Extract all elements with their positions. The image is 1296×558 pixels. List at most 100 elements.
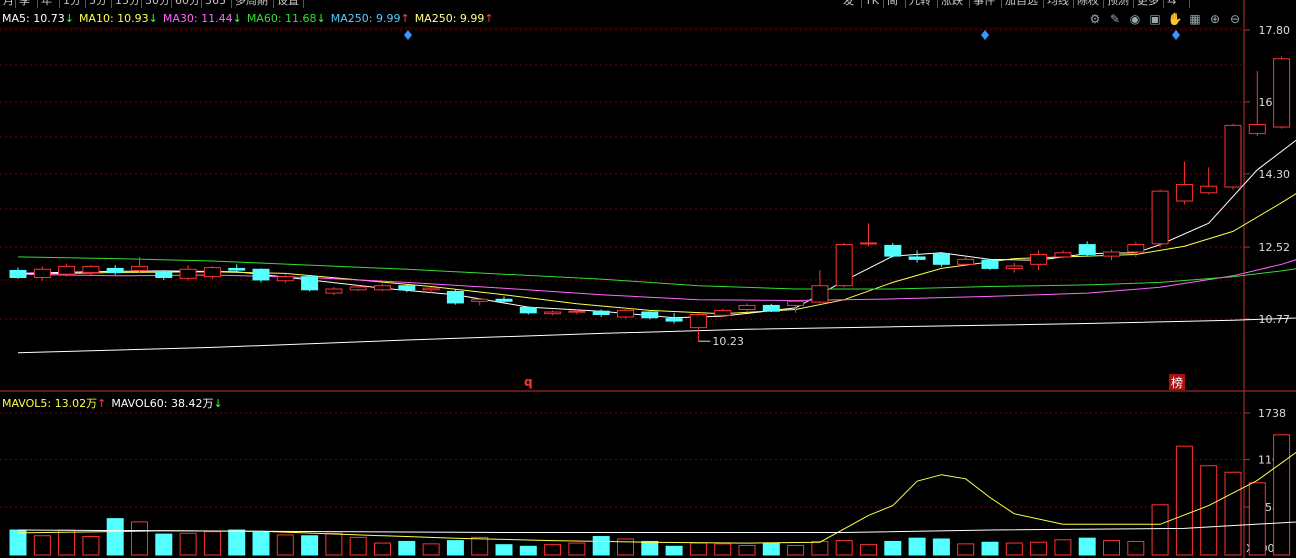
candle-body-23[interactable]: [568, 310, 586, 313]
candle-body-6[interactable]: [155, 272, 173, 278]
candle-body-41[interactable]: [1005, 265, 1023, 269]
candle-body-33[interactable]: [811, 285, 829, 303]
volume-bar-31[interactable]: [762, 542, 780, 556]
candle-body-11[interactable]: [276, 276, 294, 282]
volume-bar-48[interactable]: [1175, 445, 1193, 556]
volume-bar-22[interactable]: [544, 544, 562, 556]
candle-body-3[interactable]: [82, 265, 100, 274]
volume-bar-12[interactable]: [301, 535, 319, 556]
candle-body-10[interactable]: [252, 268, 270, 281]
candle-body-38[interactable]: [932, 253, 950, 265]
candle-body-20[interactable]: [495, 298, 513, 302]
candle-body-12[interactable]: [301, 276, 319, 291]
candle-body-5[interactable]: [131, 265, 148, 271]
candle-body-0[interactable]: [9, 269, 27, 278]
volume-bar-42[interactable]: [1030, 541, 1048, 556]
volume-bar-19[interactable]: [471, 536, 489, 556]
rank-badge[interactable]: 榜: [1171, 375, 1183, 390]
volume-bar-4[interactable]: [106, 518, 124, 556]
candle-body-31[interactable]: [762, 304, 780, 312]
volume-bar-17[interactable]: [422, 543, 440, 556]
candle-body-13[interactable]: [325, 288, 343, 294]
candle-body-51[interactable]: [1248, 124, 1266, 135]
volume-bar-35[interactable]: [860, 544, 877, 556]
candle-body-4[interactable]: [106, 267, 124, 274]
event-marker-2[interactable]: [1172, 30, 1180, 40]
candle-body-9[interactable]: [228, 267, 246, 271]
candle-body-32[interactable]: [787, 300, 805, 306]
candle-body-8[interactable]: [203, 267, 221, 278]
volume-bar-43[interactable]: [1054, 539, 1072, 556]
volume-bar-29[interactable]: [714, 543, 732, 556]
volume-bar-16[interactable]: [398, 540, 416, 556]
volume-bar-5[interactable]: [131, 521, 148, 556]
volume-bar-45[interactable]: [1103, 540, 1120, 556]
volume-bar-0[interactable]: [9, 529, 27, 556]
event-marker-0[interactable]: [404, 30, 412, 40]
volume-bar-32[interactable]: [787, 544, 805, 556]
candle-body-40[interactable]: [981, 259, 999, 269]
candle-body-18[interactable]: [446, 290, 464, 304]
volume-bar-40[interactable]: [981, 541, 999, 556]
volume-bar-2[interactable]: [58, 529, 76, 556]
volume-bar-46[interactable]: [1127, 540, 1145, 556]
volume-bar-15[interactable]: [374, 542, 391, 556]
volume-bar-10[interactable]: [252, 531, 270, 556]
volume-bar-41[interactable]: [1005, 542, 1023, 556]
volume-bar-26[interactable]: [641, 540, 659, 556]
candle-body-46[interactable]: [1127, 244, 1145, 253]
candle-body-14[interactable]: [349, 286, 367, 291]
candle-body-47[interactable]: [1151, 190, 1169, 245]
volume-bar-8[interactable]: [203, 531, 221, 556]
volume-bar-14[interactable]: [349, 536, 367, 556]
volume-bar-52[interactable]: [1273, 434, 1291, 556]
volume-bar-36[interactable]: [884, 540, 902, 556]
candle-body-27[interactable]: [665, 318, 683, 322]
volume-bar-9[interactable]: [228, 529, 246, 556]
candle-body-25[interactable]: [617, 309, 634, 318]
volume-bar-30[interactable]: [738, 544, 756, 556]
volume-bar-6[interactable]: [155, 533, 173, 556]
candle-body-1[interactable]: [33, 268, 51, 278]
candle-body-7[interactable]: [179, 268, 197, 279]
candle-body-36[interactable]: [884, 244, 902, 257]
candle-body-49[interactable]: [1200, 185, 1218, 194]
candle-body-26[interactable]: [641, 311, 659, 319]
volume-bar-34[interactable]: [835, 540, 853, 556]
candle-body-48[interactable]: [1175, 184, 1193, 202]
volume-bar-13[interactable]: [325, 532, 343, 556]
q-marker[interactable]: q: [524, 375, 533, 389]
candle-body-19[interactable]: [471, 298, 489, 302]
volume-bar-23[interactable]: [568, 542, 586, 556]
candle-body-42[interactable]: [1030, 253, 1048, 265]
candle-body-50[interactable]: [1224, 124, 1242, 188]
volume-bar-49[interactable]: [1200, 465, 1218, 556]
volume-bar-51[interactable]: [1248, 482, 1266, 556]
candle-body-30[interactable]: [738, 304, 756, 311]
volume-bar-11[interactable]: [276, 534, 294, 556]
volume-bar-50[interactable]: [1224, 471, 1242, 556]
volume-bar-27[interactable]: [665, 545, 683, 556]
candle-body-52[interactable]: [1273, 58, 1291, 128]
volume-bar-47[interactable]: [1151, 504, 1169, 556]
volume-bar-39[interactable]: [957, 543, 975, 556]
candle-body-29[interactable]: [714, 309, 732, 316]
volume-bar-33[interactable]: [811, 540, 829, 556]
volume-bar-38[interactable]: [932, 538, 950, 556]
volume-bar-20[interactable]: [495, 544, 513, 556]
candle-body-35[interactable]: [860, 242, 877, 245]
volume-bar-7[interactable]: [179, 532, 197, 556]
candle-body-45[interactable]: [1103, 251, 1120, 257]
candle-body-21[interactable]: [519, 306, 537, 314]
candle-body-16[interactable]: [398, 285, 416, 291]
candle-body-17[interactable]: [422, 287, 440, 291]
volume-bar-24[interactable]: [592, 536, 610, 556]
candle-body-2[interactable]: [58, 265, 76, 275]
candle-body-37[interactable]: [908, 256, 926, 260]
volume-bar-44[interactable]: [1078, 537, 1096, 556]
candle-body-44[interactable]: [1078, 244, 1096, 255]
candle-body-39[interactable]: [957, 258, 975, 265]
volume-bar-21[interactable]: [519, 545, 537, 556]
volume-bar-3[interactable]: [82, 536, 100, 556]
volume-bar-1[interactable]: [33, 535, 51, 556]
